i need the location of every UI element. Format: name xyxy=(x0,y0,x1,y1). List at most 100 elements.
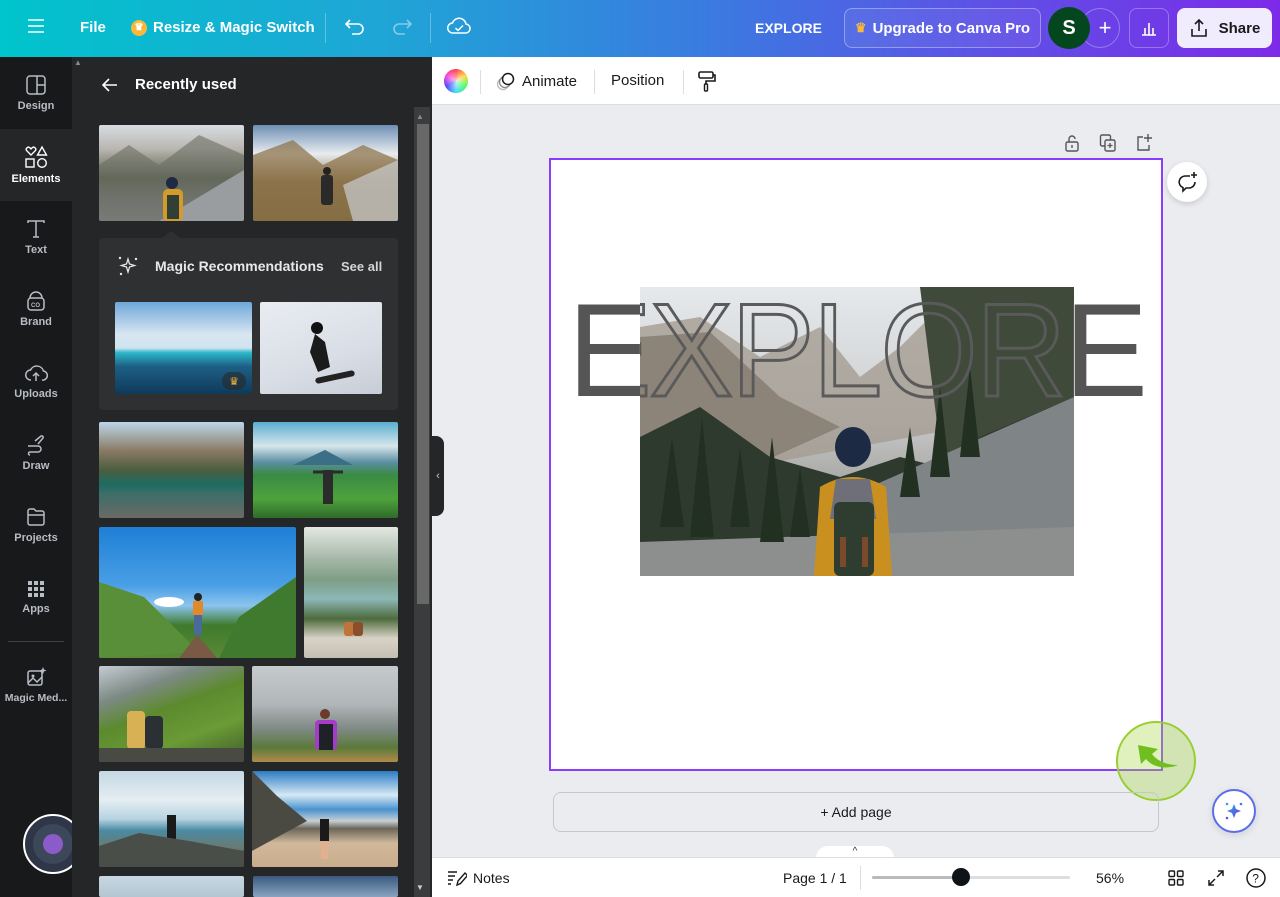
snowboarder-figure xyxy=(310,322,355,384)
top-bar: File ♛ Resize & Magic Switch EXPLORE ♛ U… xyxy=(0,0,1280,57)
grid-view-icon xyxy=(1168,870,1184,886)
zoom-slider-handle[interactable] xyxy=(952,868,971,886)
explore-headline[interactable]: EXPLORE EXPLORE xyxy=(566,276,1156,441)
rail-item-apps[interactable]: Apps xyxy=(0,561,72,633)
duplicate-icon xyxy=(1099,134,1116,152)
rail-scroll-up-arrow[interactable]: ▲ xyxy=(74,58,82,67)
duplicate-page-button[interactable] xyxy=(1099,133,1117,153)
rail-label: Elements xyxy=(11,173,61,185)
file-menu-button[interactable]: File xyxy=(80,19,106,36)
cloud-check-icon xyxy=(447,17,471,34)
couple-figure xyxy=(99,711,244,762)
zoom-percent[interactable]: 56% xyxy=(1096,870,1124,886)
thumbnail-hiker-blue-sky-peak[interactable] xyxy=(99,527,296,658)
orb-dot xyxy=(43,834,63,854)
thumbnail-snowboarder[interactable] xyxy=(260,302,382,394)
rail-item-brand[interactable]: CO Brand xyxy=(0,273,72,345)
orb-ring xyxy=(33,824,73,864)
thumbnail-couple-green-mountainside[interactable] xyxy=(99,666,244,762)
scroll-down-arrow[interactable]: ▼ xyxy=(416,883,424,892)
avatar[interactable]: S xyxy=(1048,7,1090,49)
pro-crown-badge: ♛ xyxy=(222,372,246,390)
cloud-save-status[interactable] xyxy=(447,16,471,38)
cloud-upload-icon xyxy=(25,365,48,381)
animate-label: Animate xyxy=(522,72,578,90)
add-page-icon-button[interactable] xyxy=(1135,133,1153,153)
side-rail: Design Elements Text CO Brand Uploads Dr… xyxy=(0,57,83,897)
resize-magic-switch-button[interactable]: ♛ Resize & Magic Switch xyxy=(131,19,315,36)
panel-scroll-thumb[interactable] xyxy=(417,124,429,604)
rail-item-magic-media[interactable]: Magic Med... xyxy=(0,649,72,721)
grid-view-button[interactable] xyxy=(1167,869,1185,887)
context-toolbar: Animate Position xyxy=(432,57,1280,105)
add-comment-button[interactable] xyxy=(1167,162,1207,202)
thumbnail-hiker-yellow-jacket-rocks[interactable] xyxy=(99,125,244,221)
notes-button[interactable]: Notes xyxy=(447,869,510,887)
animate-button[interactable]: Animate xyxy=(495,71,577,91)
shapes-icon xyxy=(25,145,48,169)
panel-title: Recently used xyxy=(135,76,237,93)
redo-button[interactable] xyxy=(391,17,413,37)
thumbnail-ocean-coastline[interactable]: ♛ xyxy=(115,302,252,394)
divider xyxy=(430,13,431,43)
thumbnail-couple-mountain-lake[interactable] xyxy=(99,422,244,518)
position-button[interactable]: Position xyxy=(611,72,664,89)
rail-item-design[interactable]: Design xyxy=(0,57,72,129)
rail-divider xyxy=(8,641,64,642)
share-button[interactable]: Share xyxy=(1177,8,1272,48)
zoom-slider-fill xyxy=(872,876,962,879)
rail-item-draw[interactable]: Draw xyxy=(0,417,72,489)
hiker-figure xyxy=(293,450,353,504)
page-indicator[interactable]: Page 1 / 1 xyxy=(783,870,847,886)
rail-label: Brand xyxy=(20,316,52,328)
notes-icon xyxy=(448,871,467,887)
lock-page-button[interactable] xyxy=(1063,133,1081,153)
rail-item-projects[interactable]: Projects xyxy=(0,489,72,561)
upgrade-button[interactable]: ♛ Upgrade to Canva Pro xyxy=(844,8,1041,48)
undo-button[interactable] xyxy=(344,17,366,37)
divider xyxy=(683,70,684,94)
couple-figure xyxy=(344,622,363,636)
rail-item-uploads[interactable]: Uploads xyxy=(0,345,72,417)
magic-assistant-fab[interactable] xyxy=(1212,789,1256,833)
arrow-left-icon xyxy=(101,78,117,92)
add-page-button[interactable]: + Add page xyxy=(553,792,1159,832)
redo-icon xyxy=(393,19,413,35)
draw-icon xyxy=(27,435,44,456)
thumbnail-partial[interactable] xyxy=(99,876,244,897)
back-button[interactable] xyxy=(100,75,120,100)
hiker-figure xyxy=(253,140,398,221)
collapse-panel-button[interactable]: ‹ xyxy=(432,436,444,516)
help-button[interactable]: ? xyxy=(1245,867,1267,889)
thumbnail-partial[interactable] xyxy=(253,876,398,897)
thumbnail-hiker-green-hills-volcano[interactable] xyxy=(253,422,398,518)
hiker-figure xyxy=(99,815,244,867)
rail-label: Text xyxy=(25,244,47,256)
scroll-up-arrow[interactable]: ▲ xyxy=(416,112,424,121)
elements-panel: Recently used Magic Recommendations See … xyxy=(72,57,432,897)
rail-item-text[interactable]: Text xyxy=(0,201,72,273)
copy-style-button[interactable] xyxy=(697,70,717,92)
unlock-icon xyxy=(1065,135,1079,152)
grid-icon xyxy=(28,581,44,597)
rail-label: Magic Med... xyxy=(4,692,68,704)
thumbnail-hiker-above-clouds[interactable] xyxy=(99,771,244,867)
thumbnail-hiker-mountain-valley[interactable] xyxy=(253,125,398,221)
explore-text-art: EXPLORE EXPLORE xyxy=(568,276,1148,416)
magic-recommendations-title: Magic Recommendations xyxy=(155,258,324,274)
comment-plus-icon xyxy=(1178,172,1197,193)
insights-button[interactable] xyxy=(1129,8,1169,48)
color-picker-button[interactable] xyxy=(444,69,468,93)
thumbnail-couple-cliff-canyon-lake[interactable] xyxy=(304,527,398,658)
hiker-figure xyxy=(99,135,244,221)
resize-label: Resize & Magic Switch xyxy=(153,19,315,36)
see-all-link[interactable]: See all xyxy=(341,259,382,274)
thumbnail-hiker-dirt-road-snowy-peaks[interactable] xyxy=(252,771,398,867)
rail-item-elements[interactable]: Elements xyxy=(0,129,72,201)
undo-icon xyxy=(344,19,364,35)
fullscreen-button[interactable] xyxy=(1207,869,1225,887)
thumbnail-hiker-purple-jacket-fog[interactable] xyxy=(252,666,398,762)
main-menu-button[interactable] xyxy=(27,18,45,34)
design-title[interactable]: EXPLORE xyxy=(755,20,822,36)
divider xyxy=(594,70,595,94)
